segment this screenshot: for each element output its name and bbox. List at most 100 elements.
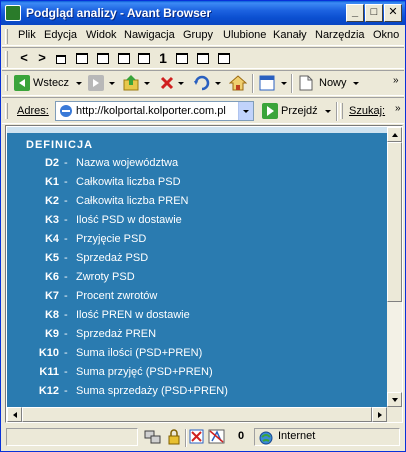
- page-header-strip: [7, 127, 387, 133]
- search-label: Szukaj:: [349, 105, 386, 117]
- definition-code: K2: [44, 195, 59, 207]
- menu-plik[interactable]: Plik: [18, 29, 36, 41]
- toolbar-grip[interactable]: [5, 103, 8, 119]
- menu-nawigacja[interactable]: Nawigacja: [124, 29, 175, 41]
- definition-desc: Zwroty PSD: [76, 271, 135, 283]
- definition-desc: Suma sprzedaży (PSD+PREN): [76, 385, 228, 397]
- vertical-scrollbar[interactable]: [387, 127, 402, 407]
- menu-kanaly[interactable]: Kanały: [273, 29, 307, 41]
- definition-desc: Całkowita liczba PREN: [76, 195, 189, 207]
- network-icon[interactable]: [144, 429, 162, 445]
- definition-code: K9: [44, 328, 59, 340]
- definition-dash: -: [64, 347, 68, 359]
- definition-desc: Całkowita liczba PSD: [76, 176, 181, 188]
- go-icon[interactable]: [262, 103, 278, 119]
- restore-icon[interactable]: [197, 53, 209, 64]
- browser-window: Podgląd analizy - Avant Browser _ □ ✕ Pl…: [0, 0, 406, 452]
- menu-okno[interactable]: Okno: [373, 29, 399, 41]
- go-dropdown-icon[interactable]: [325, 110, 331, 113]
- definition-dash: -: [64, 195, 68, 207]
- definition-code: K5: [44, 252, 59, 264]
- single-window-icon[interactable]: 1: [156, 51, 170, 65]
- close-all-icon[interactable]: [118, 53, 130, 64]
- separator: [291, 74, 293, 93]
- refresh-dropdown-icon[interactable]: [215, 82, 221, 85]
- separator: [185, 429, 187, 447]
- minimize-all-icon[interactable]: [176, 53, 188, 64]
- close-window-icon[interactable]: [218, 53, 230, 64]
- arrow-left-icon: [13, 412, 17, 418]
- definition-code: K12: [38, 385, 59, 397]
- definition-desc: Sprzedaż PREN: [76, 328, 157, 340]
- go-button[interactable]: Przejdź: [281, 105, 318, 117]
- menu-grip[interactable]: [5, 29, 8, 44]
- scroll-down-button[interactable]: [387, 392, 402, 407]
- popup-blocker-icon[interactable]: [189, 429, 205, 445]
- forward-icon[interactable]: [88, 75, 104, 91]
- zone-pane[interactable]: [254, 428, 400, 446]
- next-window-icon[interactable]: >: [35, 51, 49, 65]
- definition-dash: -: [64, 366, 68, 378]
- refresh-icon[interactable]: [193, 74, 211, 92]
- new-page-icon[interactable]: [299, 75, 313, 91]
- forward-dropdown-icon[interactable]: [109, 82, 115, 85]
- home-icon[interactable]: [229, 74, 247, 92]
- menu-ulubione[interactable]: Ulubione: [223, 29, 266, 41]
- view-dropdown-icon[interactable]: [281, 82, 287, 85]
- definition-code: K6: [44, 271, 59, 283]
- flash-blocker-icon[interactable]: [208, 429, 226, 445]
- toolbar-chevron-icon[interactable]: »: [395, 103, 401, 114]
- definition-row: K6 - Zwroty PSD: [7, 271, 387, 290]
- menu-widok[interactable]: Widok: [86, 29, 117, 41]
- toolbar-grip[interactable]: [5, 51, 8, 67]
- toolbar-chevron-icon[interactable]: »: [393, 75, 399, 86]
- up-icon[interactable]: [123, 74, 141, 92]
- definition-dash: -: [64, 385, 68, 397]
- definition-code: D2: [44, 157, 59, 169]
- new-button[interactable]: Nowy: [319, 77, 347, 89]
- scroll-left-button[interactable]: [7, 407, 22, 422]
- view-icon[interactable]: [259, 75, 275, 91]
- up-dropdown-icon[interactable]: [144, 82, 150, 85]
- toolbar-grip[interactable]: [5, 75, 8, 91]
- tile-vertical-icon[interactable]: [97, 53, 109, 64]
- address-field[interactable]: [55, 101, 254, 121]
- menu-narzedzia[interactable]: Narzędzia: [315, 29, 365, 41]
- separator: [336, 102, 338, 121]
- vertical-scroll-thumb[interactable]: [387, 142, 402, 302]
- address-dropdown-button[interactable]: [238, 102, 253, 120]
- stop-icon[interactable]: [159, 75, 175, 91]
- horizontal-scroll-thumb[interactable]: [22, 407, 372, 422]
- menu-edycja[interactable]: Edycja: [44, 29, 77, 41]
- arrow-down-icon: [392, 398, 398, 402]
- new-dropdown-icon[interactable]: [353, 82, 359, 85]
- toolbar-grip[interactable]: [340, 103, 343, 119]
- address-label: Adres:: [17, 105, 49, 117]
- back-button[interactable]: Wstecz: [33, 77, 69, 89]
- title-bar[interactable]: Podgląd analizy - Avant Browser _ □ ✕: [1, 1, 405, 25]
- definition-dash: -: [64, 157, 68, 169]
- maximize-button[interactable]: □: [365, 4, 383, 22]
- scroll-right-button[interactable]: [372, 407, 387, 422]
- close-others-icon[interactable]: [138, 53, 150, 64]
- scroll-up-button[interactable]: [387, 127, 402, 142]
- back-dropdown-icon[interactable]: [76, 82, 82, 85]
- address-input[interactable]: [76, 104, 234, 118]
- horizontal-scrollbar[interactable]: [7, 407, 387, 422]
- menu-grupy[interactable]: Grupy: [183, 29, 213, 41]
- lock-icon[interactable]: [166, 429, 182, 445]
- tile-horizontal-icon[interactable]: [76, 53, 88, 64]
- app-icon: [5, 5, 21, 21]
- definition-dash: -: [64, 309, 68, 321]
- stop-dropdown-icon[interactable]: [178, 82, 184, 85]
- back-icon[interactable]: [14, 75, 30, 91]
- ie-page-icon: [60, 105, 72, 117]
- cascade-windows-icon[interactable]: [56, 55, 66, 64]
- prev-window-icon[interactable]: <: [17, 51, 31, 65]
- definition-dash: -: [64, 252, 68, 264]
- definition-dash: -: [64, 290, 68, 302]
- close-button[interactable]: ✕: [384, 4, 402, 22]
- page-content: DEFINICJA D2 - Nazwa województwa K1 - Ca…: [7, 127, 387, 407]
- minimize-button[interactable]: _: [346, 4, 364, 22]
- definition-code: K7: [44, 290, 59, 302]
